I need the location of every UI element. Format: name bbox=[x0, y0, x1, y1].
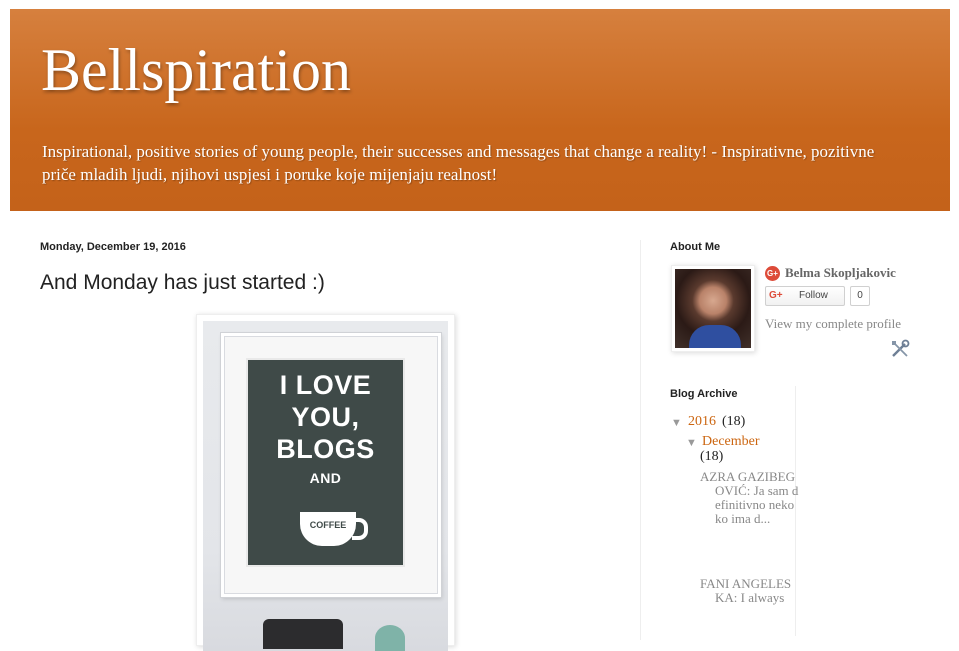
post-photo: I LOVE YOU, BLOGS AND COFFEE bbox=[203, 321, 448, 651]
poster-line: AND bbox=[309, 470, 342, 486]
archive-post-link[interactable]: FANI ANGELESKA: I always bbox=[700, 577, 799, 605]
blog-archive-title: Blog Archive bbox=[670, 388, 738, 400]
follow-label: Follow bbox=[799, 290, 828, 301]
post-image[interactable]: I LOVE YOU, BLOGS AND COFFEE bbox=[196, 314, 455, 651]
archive-year-count: (18) bbox=[722, 414, 746, 429]
avatar bbox=[675, 269, 751, 348]
collapse-toggle-icon[interactable]: ▼ bbox=[671, 417, 682, 429]
follow-button[interactable]: G+ Follow bbox=[765, 286, 845, 306]
poster-line: BLOGS bbox=[276, 434, 375, 464]
poster-frame: I LOVE YOU, BLOGS AND COFFEE bbox=[221, 333, 441, 597]
view-profile-link[interactable]: View my complete profile bbox=[765, 316, 901, 332]
avatar-shirt bbox=[689, 325, 741, 348]
archive-post-link[interactable]: AZRA GAZIBEGOVIĆ: Ja sam definitivno nek… bbox=[700, 470, 799, 526]
wrench-screwdriver-icon[interactable] bbox=[890, 339, 910, 359]
blog-description: Inspirational, positive stories of young… bbox=[42, 142, 875, 184]
profile-name-link[interactable]: Belma Skopljakovic bbox=[785, 265, 896, 281]
collapse-toggle-icon[interactable]: ▼ bbox=[686, 437, 697, 449]
archive-month-link[interactable]: December bbox=[702, 434, 760, 450]
archive-year-link[interactable]: 2016 bbox=[688, 414, 716, 430]
post-title[interactable]: And Monday has just started :) bbox=[40, 271, 325, 295]
poster-line: I LOVE bbox=[279, 370, 372, 400]
about-me-title: About Me bbox=[670, 241, 721, 253]
blog-title[interactable]: Bellspiration bbox=[41, 35, 351, 105]
typewriter-shape bbox=[263, 619, 343, 649]
plant-shape bbox=[375, 625, 405, 651]
cup-label: COFFEE bbox=[309, 520, 347, 530]
follow-count: 0 bbox=[850, 286, 870, 306]
google-plus-icon: G+ bbox=[769, 290, 783, 301]
blog-header: Bellspiration Inspirational, positive st… bbox=[10, 9, 950, 211]
profile-photo[interactable] bbox=[671, 265, 755, 352]
poster: I LOVE YOU, BLOGS AND COFFEE bbox=[246, 358, 405, 567]
column-divider bbox=[640, 240, 641, 640]
google-plus-icon: G+ bbox=[765, 266, 780, 281]
poster-line: YOU, bbox=[291, 402, 360, 432]
archive-month-count: (18) bbox=[700, 449, 724, 464]
post-date: Monday, December 19, 2016 bbox=[40, 241, 186, 253]
